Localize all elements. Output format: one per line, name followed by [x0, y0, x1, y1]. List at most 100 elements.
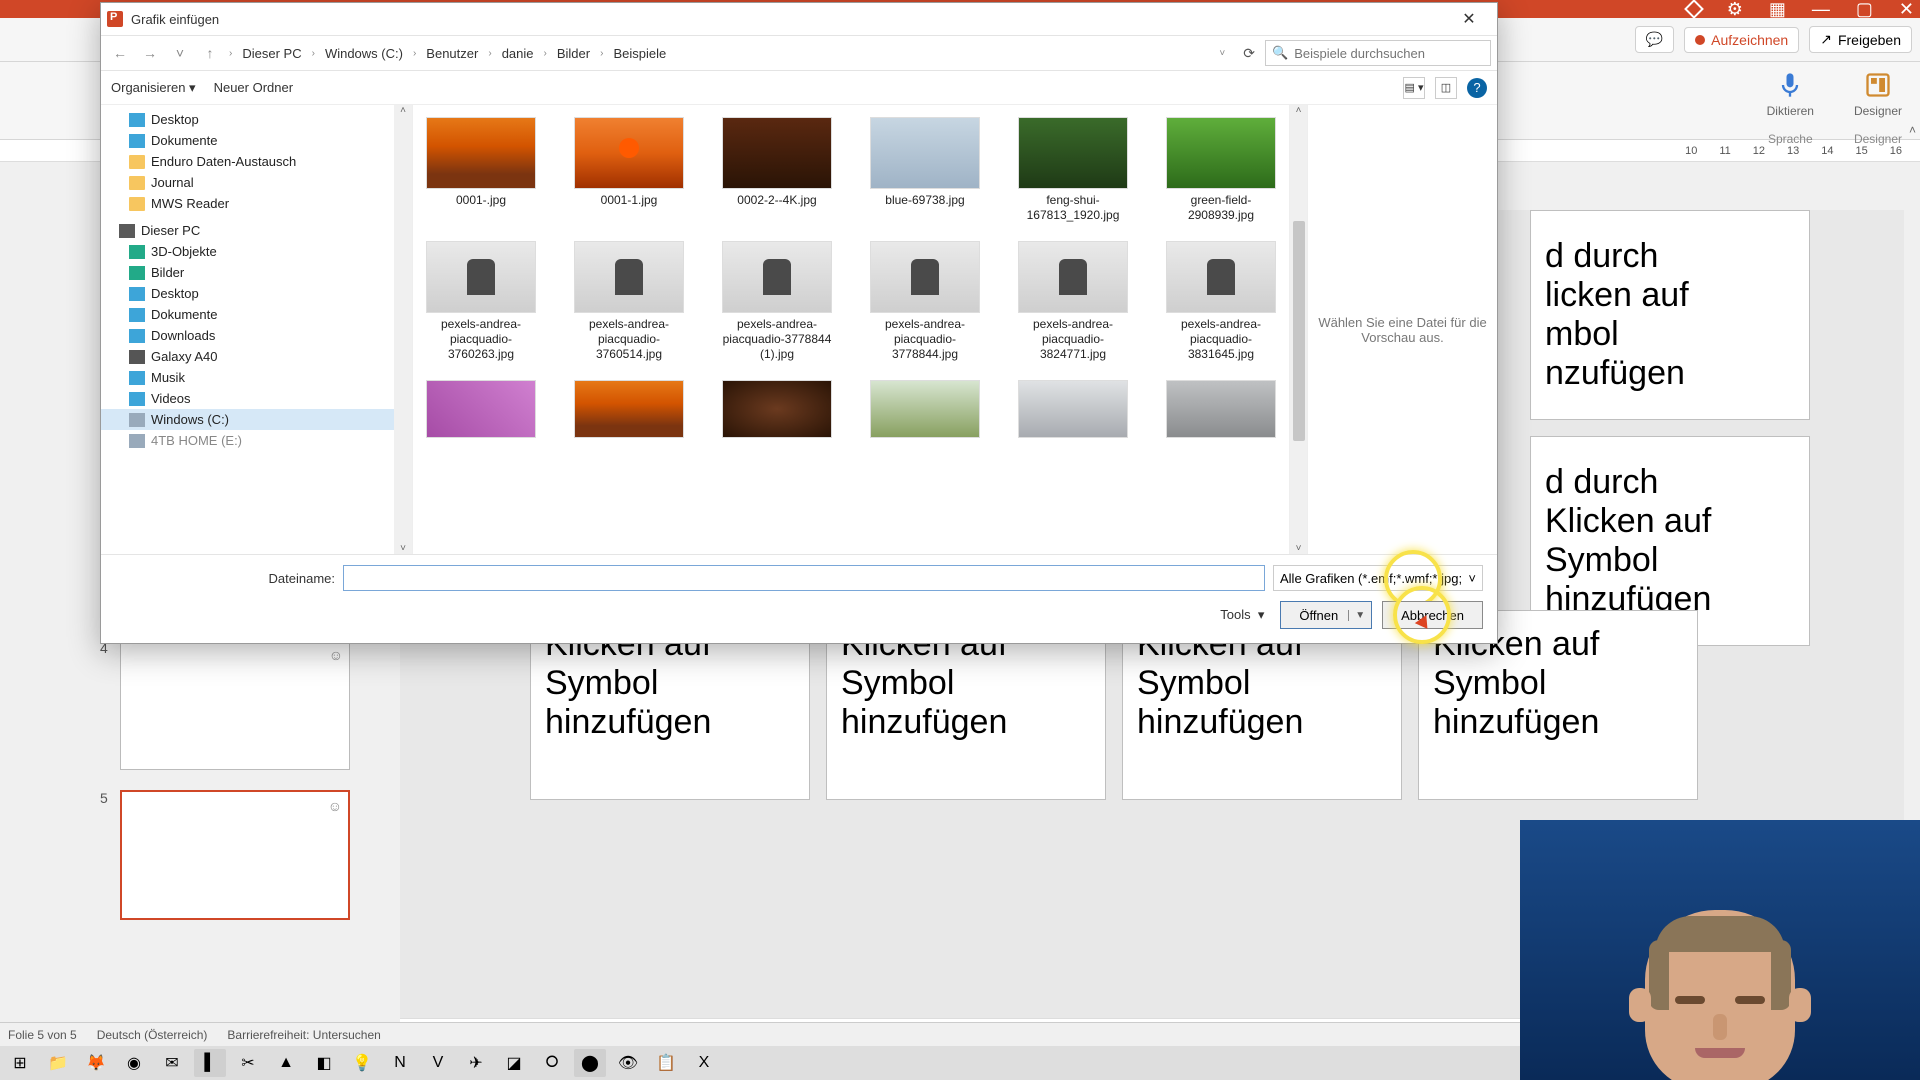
slide-thumbnail[interactable]: 4 ☺ — [100, 640, 370, 770]
start-button[interactable]: ⊞ — [4, 1049, 36, 1077]
task-app-icon[interactable]: 📋 — [650, 1049, 682, 1077]
tree-item[interactable]: Dokumente — [101, 304, 412, 325]
scroll-down-icon[interactable]: ˅ — [400, 543, 406, 554]
scroll-up-icon[interactable]: ˄ — [1296, 105, 1302, 116]
tree-item[interactable]: Videos — [101, 388, 412, 409]
nav-up-icon[interactable]: ↑ — [197, 40, 223, 66]
preview-toggle-button[interactable]: ◫ — [1435, 77, 1457, 99]
tree-item[interactable]: MWS Reader — [101, 193, 412, 214]
nav-forward-icon[interactable]: → — [137, 40, 163, 66]
file-item[interactable] — [717, 380, 837, 442]
tree-scrollbar[interactable]: ˄˅ — [394, 105, 412, 554]
task-snip-icon[interactable]: ✂ — [232, 1049, 264, 1077]
record-button[interactable]: Aufzeichnen — [1684, 27, 1799, 53]
search-input[interactable] — [1294, 46, 1484, 61]
help-button[interactable]: ? — [1467, 78, 1487, 98]
restore-icon[interactable]: ▢ — [1856, 0, 1873, 18]
tree-item[interactable]: Desktop — [101, 109, 412, 130]
dialog-close-button[interactable]: ✕ — [1447, 5, 1491, 33]
task-app-icon[interactable]: ⭘ — [536, 1049, 568, 1077]
file-filter-dropdown[interactable]: Alle Grafiken (*.emf;*.wmf;*.jpg; ˅ — [1273, 565, 1483, 591]
file-item[interactable]: 0001-1.jpg — [569, 117, 689, 223]
file-item[interactable] — [865, 380, 985, 442]
refresh-icon[interactable]: ⟳ — [1237, 45, 1261, 62]
task-app-icon[interactable]: 👁 — [612, 1049, 644, 1077]
task-excel-icon[interactable]: X — [688, 1049, 720, 1077]
filename-input[interactable] — [343, 565, 1265, 591]
status-accessibility[interactable]: Barrierefreiheit: Untersuchen — [227, 1028, 380, 1042]
file-item[interactable] — [1013, 380, 1133, 442]
file-grid[interactable]: 0001-.jpg0001-1.jpg0002-2--4K.jpgblue-69… — [413, 105, 1289, 554]
task-app-icon[interactable]: 💡 — [346, 1049, 378, 1077]
file-item[interactable]: feng-shui-167813_1920.jpg — [1013, 117, 1133, 223]
close-icon[interactable]: ✕ — [1899, 0, 1914, 18]
ribbon-collapse-icon[interactable]: ˄ — [1909, 123, 1916, 137]
file-item[interactable] — [1161, 380, 1281, 442]
ribbon-group-dictate[interactable]: Diktieren Sprache — [1767, 68, 1814, 146]
breadcrumb-segment[interactable]: Dieser PC — [238, 44, 305, 63]
window-grid-icon[interactable]: ▦ — [1769, 0, 1786, 18]
nav-recent-icon[interactable]: ˅ — [167, 40, 193, 66]
copilot-icon[interactable] — [1684, 0, 1704, 19]
tree-item[interactable]: Windows (C:) — [101, 409, 412, 430]
file-item[interactable]: pexels-andrea-piacquadio-3824771.jpg — [1013, 241, 1133, 362]
task-powerpoint-icon[interactable]: ▌ — [194, 1049, 226, 1077]
task-telegram-icon[interactable]: ✈ — [460, 1049, 492, 1077]
task-explorer-icon[interactable]: 📁 — [42, 1049, 74, 1077]
view-options-button[interactable]: ▤ ▾ — [1403, 77, 1425, 99]
breadcrumb-segment[interactable]: Benutzer — [422, 44, 482, 63]
file-item[interactable]: green-field-2908939.jpg — [1161, 117, 1281, 223]
task-outlook-icon[interactable]: ✉ — [156, 1049, 188, 1077]
breadcrumb-segment[interactable]: Bilder — [553, 44, 594, 63]
slide-thumbnail[interactable]: 5 ☺ — [100, 790, 370, 920]
open-button[interactable]: Öffnen▼ — [1280, 601, 1372, 629]
status-language[interactable]: Deutsch (Österreich) — [97, 1028, 208, 1042]
task-app-icon[interactable]: V — [422, 1049, 454, 1077]
file-item[interactable]: pexels-andrea-piacquadio-3760514.jpg — [569, 241, 689, 362]
tree-item[interactable]: Dokumente — [101, 130, 412, 151]
dialog-titlebar[interactable]: Grafik einfügen ✕ — [101, 3, 1497, 35]
scroll-thumb[interactable] — [1293, 221, 1305, 441]
organize-menu[interactable]: Organisieren ▾ — [111, 80, 196, 96]
file-item[interactable]: pexels-andrea-piacquadio-3778844.jpg — [865, 241, 985, 362]
file-item[interactable] — [569, 380, 689, 442]
ribbon-group-designer[interactable]: Designer Designer — [1854, 68, 1902, 146]
tree-item[interactable]: Dieser PC — [101, 220, 412, 241]
content-placeholder-partial[interactable]: d durch licken auf mbol nzufügen — [1530, 210, 1810, 420]
file-item[interactable]: blue-69738.jpg — [865, 117, 985, 223]
task-chrome-icon[interactable]: ◉ — [118, 1049, 150, 1077]
breadcrumb-segment[interactable]: danie — [498, 44, 538, 63]
comments-button[interactable]: 💬 — [1635, 26, 1674, 53]
file-item[interactable]: pexels-andrea-piacquadio-3831645.jpg — [1161, 241, 1281, 362]
tree-item[interactable]: Downloads — [101, 325, 412, 346]
scroll-up-icon[interactable]: ˄ — [400, 105, 406, 116]
scroll-down-icon[interactable]: ˅ — [1296, 543, 1302, 554]
tree-item[interactable]: Musik — [101, 367, 412, 388]
task-onenote-icon[interactable]: N — [384, 1049, 416, 1077]
address-dropdown-icon[interactable]: ˅ — [1211, 48, 1233, 59]
task-app-icon[interactable]: ◪ — [498, 1049, 530, 1077]
task-app-icon[interactable]: ◧ — [308, 1049, 340, 1077]
settings-icon[interactable]: ⚙ — [1727, 0, 1743, 18]
nav-back-icon[interactable]: ← — [107, 40, 133, 66]
open-split-icon[interactable]: ▼ — [1348, 610, 1365, 621]
tree-item[interactable]: 3D-Objekte — [101, 241, 412, 262]
tree-item[interactable]: Bilder — [101, 262, 412, 283]
task-vlc-icon[interactable]: ▲ — [270, 1049, 302, 1077]
file-item[interactable]: pexels-andrea-piacquadio-3760263.jpg — [421, 241, 541, 362]
cancel-button[interactable]: Abbrechen — [1382, 601, 1483, 629]
tree-item[interactable]: Journal — [101, 172, 412, 193]
tree-item[interactable]: Desktop — [101, 283, 412, 304]
task-app-icon[interactable]: ⬤ — [574, 1049, 606, 1077]
folder-tree[interactable]: DesktopDokumenteEnduro Daten-AustauschJo… — [101, 105, 413, 554]
breadcrumb-segment[interactable]: Windows (C:) — [321, 44, 407, 63]
files-scrollbar[interactable]: ˄ ˅ — [1289, 105, 1307, 554]
file-item[interactable]: 0001-.jpg — [421, 117, 541, 223]
tree-item[interactable]: Galaxy A40 — [101, 346, 412, 367]
file-item[interactable]: pexels-andrea-piacquadio-3778844 (1).jpg — [717, 241, 837, 362]
minimize-icon[interactable]: — — [1812, 0, 1830, 18]
tools-menu[interactable]: Tools ▾ — [1214, 605, 1270, 625]
new-folder-button[interactable]: Neuer Ordner — [214, 80, 293, 95]
task-firefox-icon[interactable]: 🦊 — [80, 1049, 112, 1077]
share-button[interactable]: ↗ Freigeben — [1809, 26, 1912, 53]
